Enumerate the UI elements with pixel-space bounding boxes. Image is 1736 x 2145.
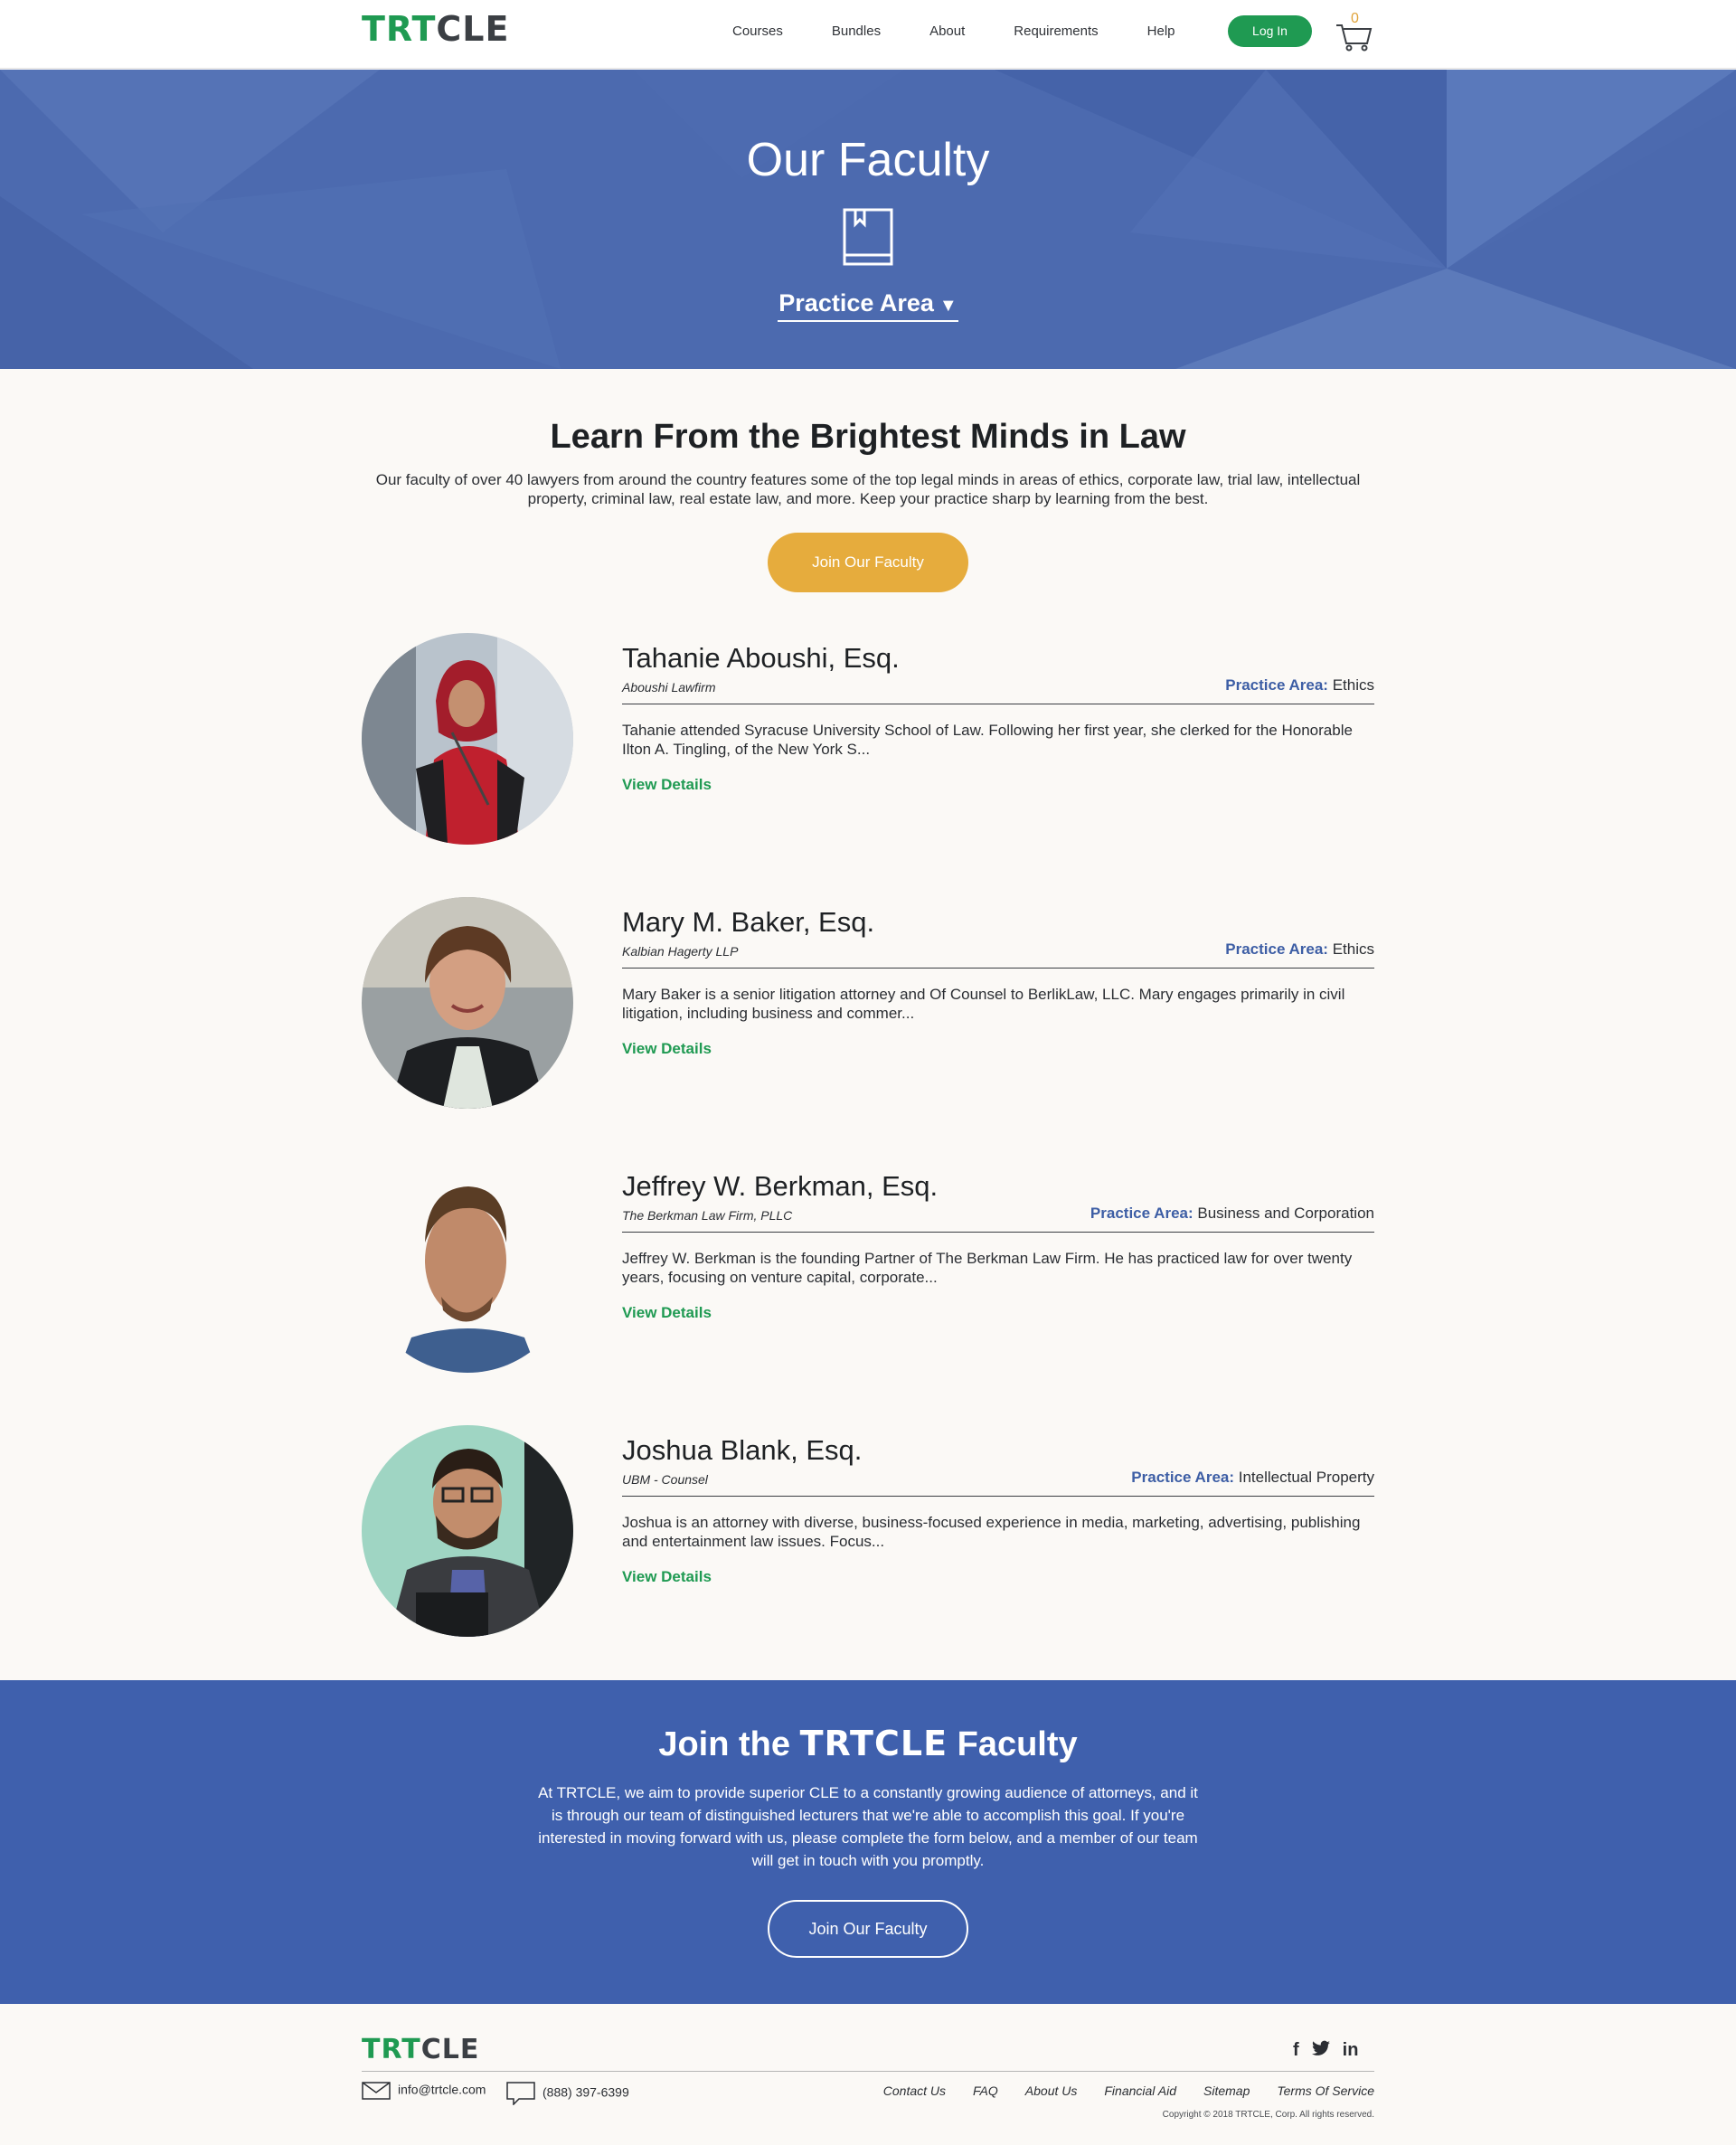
footer-phone[interactable]: (888) 397-6399 — [506, 2082, 629, 2106]
join-text: At TRTCLE, we aim to provide superior CL… — [538, 1784, 1198, 1869]
nav-bundles[interactable]: Bundles — [832, 24, 881, 39]
faculty-name: Jeffrey W. Berkman, Esq. — [622, 1170, 939, 1202]
main-nav: Courses Bundles About Requirements Help — [732, 24, 1175, 39]
practice-area-value: Ethics — [1332, 940, 1374, 958]
logo-part-dark: CLE — [420, 2034, 480, 2065]
practice-area-label: Practice Area — [778, 289, 934, 317]
view-details-link[interactable]: View Details — [622, 1568, 712, 1586]
divider — [622, 1232, 1374, 1233]
join-heading-prefix: Join the — [658, 1725, 791, 1763]
footer-email[interactable]: info@trtcle.com — [362, 2082, 486, 2100]
chevron-down-icon: ▼ — [939, 296, 958, 316]
phone-text: (888) 397-6399 — [542, 2084, 629, 2100]
nav-requirements[interactable]: Requirements — [1014, 24, 1098, 39]
practice-area-label: Practice Area: — [1090, 1205, 1194, 1222]
faculty-photo[interactable] — [362, 897, 573, 1109]
logo-part-green: TRT — [362, 9, 437, 49]
join-faculty-button-bottom[interactable]: Join Our Faculty — [768, 1900, 968, 1958]
chat-bubble-icon — [506, 2082, 535, 2106]
hero-banner: Our Faculty Practice Area ▼ — [0, 70, 1736, 369]
faculty-name: Joshua Blank, Esq. — [622, 1434, 863, 1466]
cart-button[interactable]: 0 — [1335, 11, 1374, 52]
join-faculty-button-top[interactable]: Join Our Faculty — [768, 533, 968, 592]
intro-text: Our faculty of over 40 lawyers from arou… — [375, 471, 1361, 507]
footer-link-terms[interactable]: Terms Of Service — [1277, 2084, 1374, 2098]
logo-part-green: TRT — [362, 2034, 421, 2065]
footer-links: Contact Us FAQ About Us Financial Aid Si… — [883, 2084, 1374, 2098]
faculty-name: Tahanie Aboushi, Esq. — [622, 642, 900, 674]
footer-divider — [362, 2071, 1374, 2072]
footer-link-financial-aid[interactable]: Financial Aid — [1104, 2084, 1176, 2098]
join-faculty-section: Join the TRTCLE Faculty At TRTCLE, we ai… — [0, 1680, 1736, 2004]
faculty-card: Joshua Blank, Esq. UBM - Counsel Practic… — [362, 1425, 1374, 1642]
divider — [622, 1496, 1374, 1497]
join-heading: Join the TRTCLE Faculty — [0, 1724, 1736, 1764]
faculty-name: Mary M. Baker, Esq. — [622, 906, 875, 938]
practice-area-dropdown[interactable]: Practice Area ▼ — [778, 289, 958, 322]
faculty-photo[interactable] — [362, 1161, 573, 1373]
intro-heading: Learn From the Brightest Minds in Law — [550, 418, 1186, 456]
divider — [622, 968, 1374, 969]
faculty-practice-area: Practice Area: Ethics — [1225, 676, 1374, 695]
faculty-bio: Tahanie attended Syracuse University Sch… — [622, 722, 1353, 758]
practice-area-label: Practice Area: — [1225, 940, 1328, 958]
join-heading-suffix: Faculty — [957, 1725, 1078, 1763]
view-details-link[interactable]: View Details — [622, 1304, 712, 1322]
footer-link-about[interactable]: About Us — [1025, 2084, 1078, 2098]
faculty-practice-area: Practice Area: Intellectual Property — [1131, 1469, 1374, 1487]
portrait-image — [362, 1161, 573, 1373]
practice-area-label: Practice Area: — [1225, 676, 1328, 694]
site-header: TRTCLE Courses Bundles About Requirement… — [0, 0, 1736, 69]
join-heading-brand: TRTCLE — [799, 1724, 948, 1763]
faculty-bio: Mary Baker is a senior litigation attorn… — [622, 986, 1345, 1022]
social-links: f in — [1293, 2040, 1358, 2062]
envelope-icon — [362, 2082, 391, 2100]
faculty-practice-area: Practice Area: Ethics — [1225, 940, 1374, 959]
faculty-card: Tahanie Aboushi, Esq. Aboushi Lawfirm Pr… — [362, 633, 1374, 850]
facebook-icon[interactable]: f — [1293, 2040, 1299, 2062]
faculty-photo[interactable] — [362, 1425, 573, 1637]
copyright: Copyright © 2018 TRTCLE, Corp. All right… — [1162, 2110, 1374, 2120]
faculty-photo[interactable] — [362, 633, 573, 845]
cart-count: 0 — [1351, 11, 1359, 26]
view-details-link[interactable]: View Details — [622, 776, 712, 794]
logo-part-dark: CLE — [436, 9, 510, 49]
faculty-firm: The Berkman Law Firm, PLLC — [622, 1208, 793, 1223]
book-icon — [843, 208, 893, 266]
faculty-bio: Joshua is an attorney with diverse, busi… — [622, 1514, 1361, 1550]
footer-logo[interactable]: TRTCLE — [362, 2035, 479, 2065]
site-logo[interactable]: TRTCLE — [362, 7, 509, 51]
faculty-card: Jeffrey W. Berkman, Esq. The Berkman Law… — [362, 1161, 1374, 1378]
footer-link-sitemap[interactable]: Sitemap — [1203, 2084, 1250, 2098]
twitter-icon[interactable] — [1311, 2040, 1330, 2062]
practice-area-value: Business and Corporation — [1197, 1205, 1374, 1222]
faculty-card: Mary M. Baker, Esq. Kalbian Hagerty LLP … — [362, 897, 1374, 1114]
portrait-image — [362, 1425, 573, 1637]
linkedin-icon[interactable]: in — [1343, 2040, 1359, 2062]
login-button[interactable]: Log In — [1228, 15, 1312, 47]
nav-help[interactable]: Help — [1147, 24, 1175, 39]
faculty-firm: Aboushi Lawfirm — [622, 680, 716, 695]
portrait-image — [362, 633, 573, 845]
faculty-firm: UBM - Counsel — [622, 1472, 708, 1487]
footer-link-faq[interactable]: FAQ — [973, 2084, 998, 2098]
view-details-link[interactable]: View Details — [622, 1040, 712, 1058]
practice-area-value: Ethics — [1332, 676, 1374, 694]
practice-area-value: Intellectual Property — [1238, 1469, 1374, 1486]
site-footer: TRTCLE f in info@trtcle.com (888) 397-63… — [0, 2004, 1736, 2145]
faculty-bio: Jeffrey W. Berkman is the founding Partn… — [622, 1250, 1353, 1286]
practice-area-label: Practice Area: — [1131, 1469, 1235, 1486]
page-title: Our Faculty — [746, 134, 990, 186]
faculty-firm: Kalbian Hagerty LLP — [622, 944, 739, 959]
portrait-image — [362, 897, 573, 1109]
nav-courses[interactable]: Courses — [732, 24, 783, 39]
footer-link-contact[interactable]: Contact Us — [883, 2084, 946, 2098]
faculty-practice-area: Practice Area: Business and Corporation — [1090, 1205, 1374, 1223]
email-text: info@trtcle.com — [398, 2082, 486, 2097]
nav-about[interactable]: About — [929, 24, 965, 39]
